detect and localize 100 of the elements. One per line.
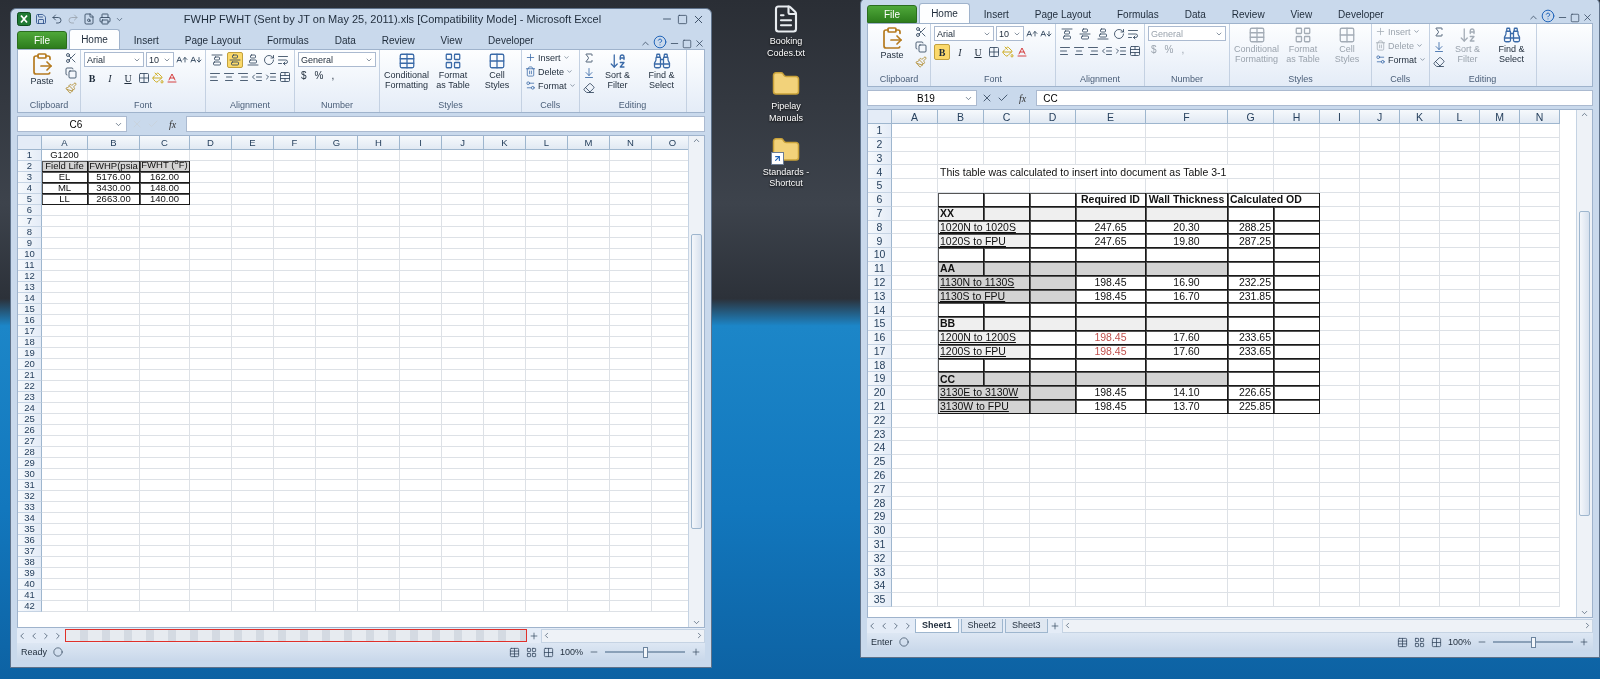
insert-function-label[interactable]: fx [1013,92,1033,104]
formula-field[interactable]: CC [1036,90,1593,106]
paste-button[interactable]: Paste [871,26,913,61]
row-header[interactable]: 32 [18,491,42,502]
column-header[interactable]: G [316,136,358,150]
number-format-button[interactable]: $ [298,70,310,81]
row-header[interactable]: 30 [18,469,42,480]
format-toggle-button[interactable]: I [102,70,118,86]
column-header[interactable]: D [190,136,232,150]
font-name-field[interactable]: Arial [934,26,994,41]
row-header[interactable]: 22 [18,381,42,392]
column-header[interactable]: G [1228,110,1274,124]
row-header[interactable]: 42 [18,601,42,612]
ribbon-tab[interactable]: Home [69,29,120,49]
column-header[interactable]: E [1076,110,1146,124]
column-header[interactable]: C [140,136,190,150]
sheet-tab[interactable]: Sheet1 [915,618,959,633]
row-header[interactable]: 20 [18,359,42,370]
format-toggle-button[interactable]: U [970,44,986,60]
row-header[interactable]: 24 [868,441,892,456]
column-header[interactable]: O [652,136,688,150]
row-header[interactable]: 35 [868,593,892,607]
row-header[interactable]: 34 [18,513,42,524]
file-tab[interactable]: File [867,5,918,23]
column-header[interactable]: H [358,136,400,150]
row-header[interactable]: 20 [868,386,892,400]
row-header[interactable]: 9 [18,238,42,249]
row-header[interactable]: 34 [868,579,892,594]
row-header[interactable]: 10 [18,249,42,260]
ribbon-tab[interactable]: Developer [476,31,546,49]
row-header[interactable]: 6 [18,205,42,216]
font-size-field[interactable]: 10 [996,26,1024,41]
sheet-tab[interactable]: Sheet2 [960,618,1004,633]
editing-command-button[interactable]: Find & Select [1490,26,1533,65]
row-header[interactable]: 15 [868,317,892,331]
row-header[interactable]: 31 [18,480,42,491]
column-header[interactable]: I [400,136,442,150]
row-header[interactable]: 21 [18,370,42,381]
ribbon-tab[interactable]: Insert [121,31,171,49]
style-button[interactable]: Conditional Formatting [383,52,431,91]
number-format-button[interactable]: , [328,70,338,81]
row-header[interactable]: 36 [18,535,42,546]
column-header[interactable]: N [610,136,652,150]
ribbon-tab[interactable]: Review [1219,5,1277,23]
column-header[interactable]: B [88,136,140,150]
row-header[interactable]: 25 [868,455,892,469]
editing-command-button[interactable]: Find & Select [640,52,683,91]
row-header[interactable]: 26 [18,425,42,436]
name-box[interactable]: C6 [17,116,127,132]
row-header[interactable]: 19 [868,372,892,387]
ribbon-tab[interactable]: Page Layout [172,31,253,49]
column-header[interactable]: J [442,136,484,150]
style-button[interactable]: Format as Table [432,52,475,91]
row-header[interactable]: 30 [868,524,892,538]
cells-command-button[interactable]: Insert [525,52,570,63]
column-header[interactable]: M [1480,110,1520,124]
column-header[interactable]: K [1400,110,1440,124]
font-name-field[interactable]: Arial [84,52,144,67]
row-header[interactable]: 5 [868,179,892,193]
zoom-level-text[interactable]: 100% [559,647,583,657]
row-header[interactable]: 25 [18,414,42,425]
ribbon-tab[interactable]: Formulas [255,31,321,49]
row-header[interactable]: 3 [18,172,42,183]
row-header[interactable]: 35 [18,524,42,535]
row-header[interactable]: 27 [18,436,42,447]
column-header[interactable]: F [274,136,316,150]
format-toggle-button[interactable]: I [952,44,968,60]
column-header[interactable]: F [1146,110,1228,124]
column-header[interactable]: A [892,110,938,124]
ribbon-tab[interactable]: Insert [971,5,1021,23]
row-header[interactable]: 40 [18,579,42,590]
row-header[interactable]: 29 [18,458,42,469]
row-header[interactable]: 39 [18,568,42,579]
format-toggle-button[interactable]: B [934,44,950,60]
style-button[interactable]: Cell Styles [476,52,519,91]
column-header[interactable]: B [938,110,984,124]
ribbon-tab[interactable]: Formulas [1105,5,1171,23]
column-header[interactable]: D [1030,110,1076,124]
insert-function-label[interactable]: fx [163,118,183,130]
ribbon-tab[interactable]: Home [919,3,970,23]
row-header[interactable]: 10 [868,248,892,262]
row-header[interactable]: 7 [18,216,42,227]
row-header[interactable]: 37 [18,546,42,557]
row-header[interactable]: 18 [18,337,42,348]
row-header[interactable]: 19 [18,348,42,359]
row-header[interactable]: 9 [868,234,892,249]
sheet-tab[interactable]: Sheet3 [1005,618,1048,633]
ribbon-tab[interactable]: Data [322,31,368,49]
ribbon-tab[interactable]: Developer [1326,5,1396,23]
row-header[interactable]: 12 [18,271,42,282]
row-header[interactable]: 41 [18,590,42,601]
editing-command-button[interactable]: Sort & Filter [596,52,639,91]
row-header[interactable]: 33 [18,502,42,513]
row-header[interactable]: 4 [18,183,42,194]
ribbon-tab[interactable]: Page Layout [1022,5,1103,23]
row-header[interactable]: 5 [18,194,42,205]
desktop-icon-label[interactable]: Booking Codes.txt [754,36,818,60]
column-header[interactable]: K [484,136,526,150]
row-header[interactable]: 16 [18,315,42,326]
column-header[interactable]: N [1520,110,1560,124]
